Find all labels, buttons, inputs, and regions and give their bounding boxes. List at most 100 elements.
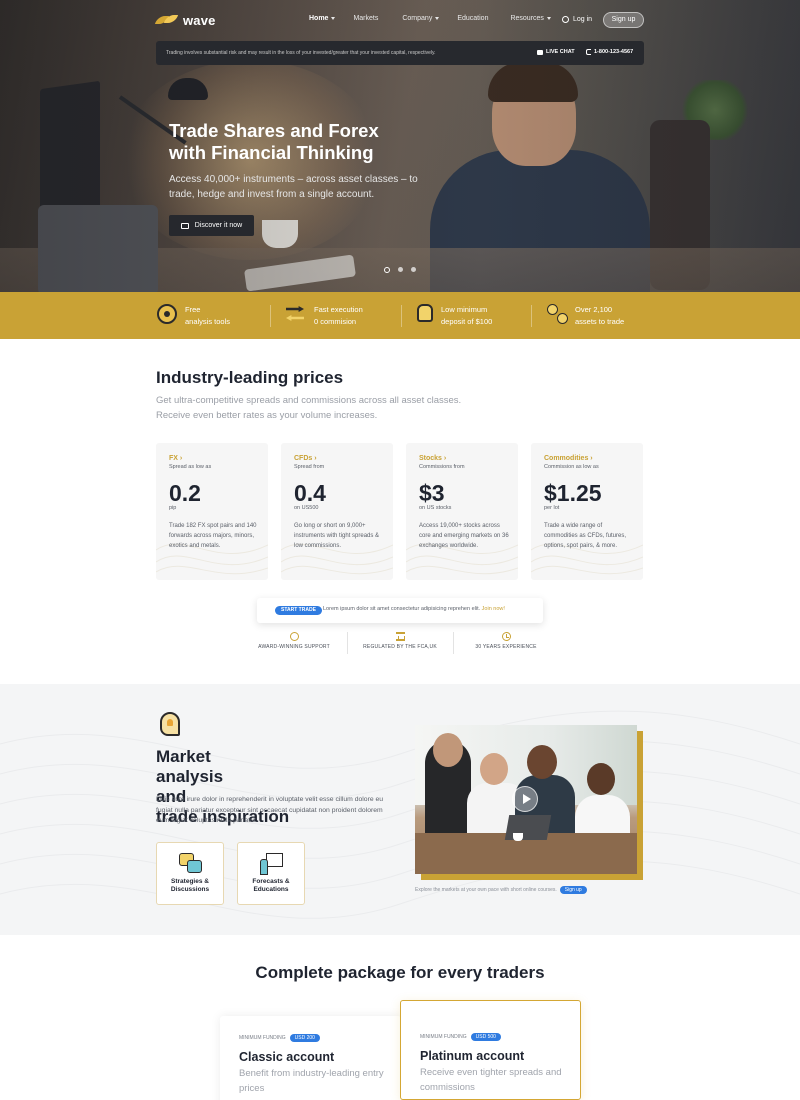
analysis-section xyxy=(0,684,800,935)
feature-analysis-tools: Free analysis tools xyxy=(157,304,230,328)
award-icon xyxy=(289,632,299,641)
slider-dot-2[interactable] xyxy=(398,267,403,272)
bank-icon xyxy=(395,632,405,641)
contour-decoration xyxy=(0,710,800,919)
price-card-fx[interactable]: FX › Spread as low as 0.2 pip Trade 182 … xyxy=(156,443,268,580)
video-signup-button[interactable]: Sign up xyxy=(559,886,587,894)
feature-line2: assets to trade xyxy=(575,317,625,326)
platinum-account-card[interactable]: MINIMUM FUNDING USD 500 Platinum account… xyxy=(400,1000,581,1100)
top-navigation: wave Home Markets Company Education Reso… xyxy=(0,0,800,40)
video-person-head xyxy=(480,753,508,785)
target-icon xyxy=(157,304,177,324)
nav-item-label: Company xyxy=(402,15,433,22)
mini-card-label-line2: Educations xyxy=(253,886,289,893)
nav-item-company[interactable]: Company xyxy=(402,15,440,22)
price-card-stocks[interactable]: Stocks › Commissions from $3 on US stock… xyxy=(406,443,518,580)
mini-card-label-line1: Forecasts & xyxy=(252,878,290,885)
nav-item-education[interactable]: Education xyxy=(457,15,488,22)
nav-item-markets[interactable]: Markets xyxy=(353,15,378,22)
feature-text: Over 2,100 assets to trade xyxy=(575,304,624,328)
brand-name: wave xyxy=(183,12,216,28)
minimum-funding-label: MINIMUM FUNDING xyxy=(420,1034,467,1040)
live-chat-link[interactable]: LIVE CHAT xyxy=(537,49,575,55)
slider-dot-1[interactable] xyxy=(384,266,390,273)
title-part: Industry- xyxy=(156,368,229,387)
chevron-down-icon xyxy=(546,17,551,20)
video-player[interactable] xyxy=(415,725,637,874)
price-card-commodities[interactable]: Commodities › Commission as low as $1.25… xyxy=(531,443,643,580)
nav-item-resources[interactable]: Resources xyxy=(510,15,551,22)
mini-card-label-line2: Discussions xyxy=(170,886,210,893)
risk-disclaimer-text: Trading involves substantial risk and ma… xyxy=(166,50,436,56)
minimum-funding-badge: USD 500 xyxy=(470,1033,501,1041)
feature-line1: Fast execution xyxy=(314,305,363,314)
brand-logo[interactable]: wave xyxy=(156,12,216,28)
play-icon[interactable] xyxy=(512,786,538,812)
video-person-head xyxy=(587,763,615,795)
account-desc: Receive even tighter spreads and commiss… xyxy=(420,1067,562,1093)
trust-item-experience: 30 YEARS EXPERIENCE xyxy=(456,632,556,650)
slider-dots xyxy=(384,266,416,273)
classic-account-card[interactable]: MINIMUM FUNDING USD 200 Classic account … xyxy=(220,1016,401,1100)
nav-item-home[interactable]: Home xyxy=(309,15,336,22)
price-card-cfds[interactable]: CFDs › Spread from 0.4 on US500 Go long … xyxy=(281,443,393,580)
feature-divider xyxy=(270,305,271,327)
price-card-category[interactable]: FX › xyxy=(169,455,182,462)
trust-item-support: AWARD-WINNING SUPPORT xyxy=(244,632,344,650)
nav-item-label: Resources xyxy=(510,15,544,22)
title-highlight: leading xyxy=(228,368,289,387)
start-trade-badge[interactable]: START TRADE xyxy=(275,606,322,615)
price-card-category[interactable]: Stocks › xyxy=(419,455,446,462)
prices-title: Industry-leading prices xyxy=(156,368,343,388)
hand-coin-icon xyxy=(417,304,433,322)
title-highlight: Complete xyxy=(255,963,334,982)
packages-title: Complete package for every traders xyxy=(0,963,800,983)
price-card-value: 0.2 xyxy=(169,480,201,506)
price-card-unit: on US stocks xyxy=(419,505,452,511)
trust-divider xyxy=(347,632,348,654)
discover-button-label: Discover it now xyxy=(194,222,243,229)
login-label: Log in xyxy=(573,16,593,23)
trust-item-regulated: REGULATED BY THE FCA,UK xyxy=(350,632,450,650)
mini-card-label-line1: Strategies & xyxy=(171,878,209,885)
arrows-exchange-icon xyxy=(286,304,306,324)
signup-button[interactable]: Sign up xyxy=(603,12,644,28)
analysis-body: Duis aute irure dolor in reprehenderit i… xyxy=(156,796,384,824)
feature-fast-execution: Fast execution 0 commision xyxy=(286,304,363,328)
slider-dot-3[interactable] xyxy=(411,267,416,272)
feature-divider xyxy=(531,305,532,327)
hero-subtitle: Access 40,000+ instruments – across asse… xyxy=(169,174,418,200)
feature-line1: Free xyxy=(185,305,201,314)
wave-logo-icon xyxy=(156,14,178,26)
flag-icon xyxy=(180,222,189,229)
feature-bar: Free analysis tools Fast execution 0 com… xyxy=(0,292,800,339)
price-card-unit: on US500 xyxy=(294,505,319,511)
discover-button[interactable]: Discover it now xyxy=(169,215,254,236)
start-trade-banner: START TRADE Lorem ipsum dolor sit amet c… xyxy=(257,598,543,623)
price-card-desc: Commissions from xyxy=(419,464,465,470)
price-card-category[interactable]: CFDs › xyxy=(294,455,317,462)
feature-low-minimum: Low minimum deposit of $100 xyxy=(417,304,492,328)
feature-text: Free analysis tools xyxy=(185,304,230,328)
trust-label: 30 YEARS EXPERIENCE xyxy=(475,644,537,650)
price-card-value: $1.25 xyxy=(544,480,602,506)
account-name: Platinum account xyxy=(420,1049,525,1063)
hero-title-line2: with Financial Thinking xyxy=(169,142,374,163)
start-trade-text: Lorem ipsum dolor sit amet consectetur a… xyxy=(323,606,505,612)
phone-link[interactable]: 1-800-123-4567 xyxy=(586,49,633,55)
feature-text: Fast execution 0 commision xyxy=(314,304,363,328)
price-card-category[interactable]: Commodities › xyxy=(544,455,593,462)
feature-line2: deposit of $100 xyxy=(441,317,493,326)
login-link[interactable]: Log in xyxy=(562,16,592,23)
strategies-card[interactable]: Strategies & Discussions xyxy=(156,842,224,905)
video-cup xyxy=(513,833,523,841)
video-caption-text: Explore the markets at your own pace wit… xyxy=(415,887,557,893)
feature-text: Low minimum deposit of $100 xyxy=(441,304,492,328)
price-card-desc: Spread as low as xyxy=(169,464,212,470)
chat-icon xyxy=(537,49,543,55)
price-card-body: Access 19,000+ stocks across core and em… xyxy=(419,523,509,549)
join-now-link[interactable]: Join now! xyxy=(482,606,505,612)
hero-title: Trade Shares and Forex with Financial Th… xyxy=(169,120,469,164)
video-person-head xyxy=(433,733,463,767)
forecasts-card[interactable]: Forecasts & Educations xyxy=(237,842,305,905)
